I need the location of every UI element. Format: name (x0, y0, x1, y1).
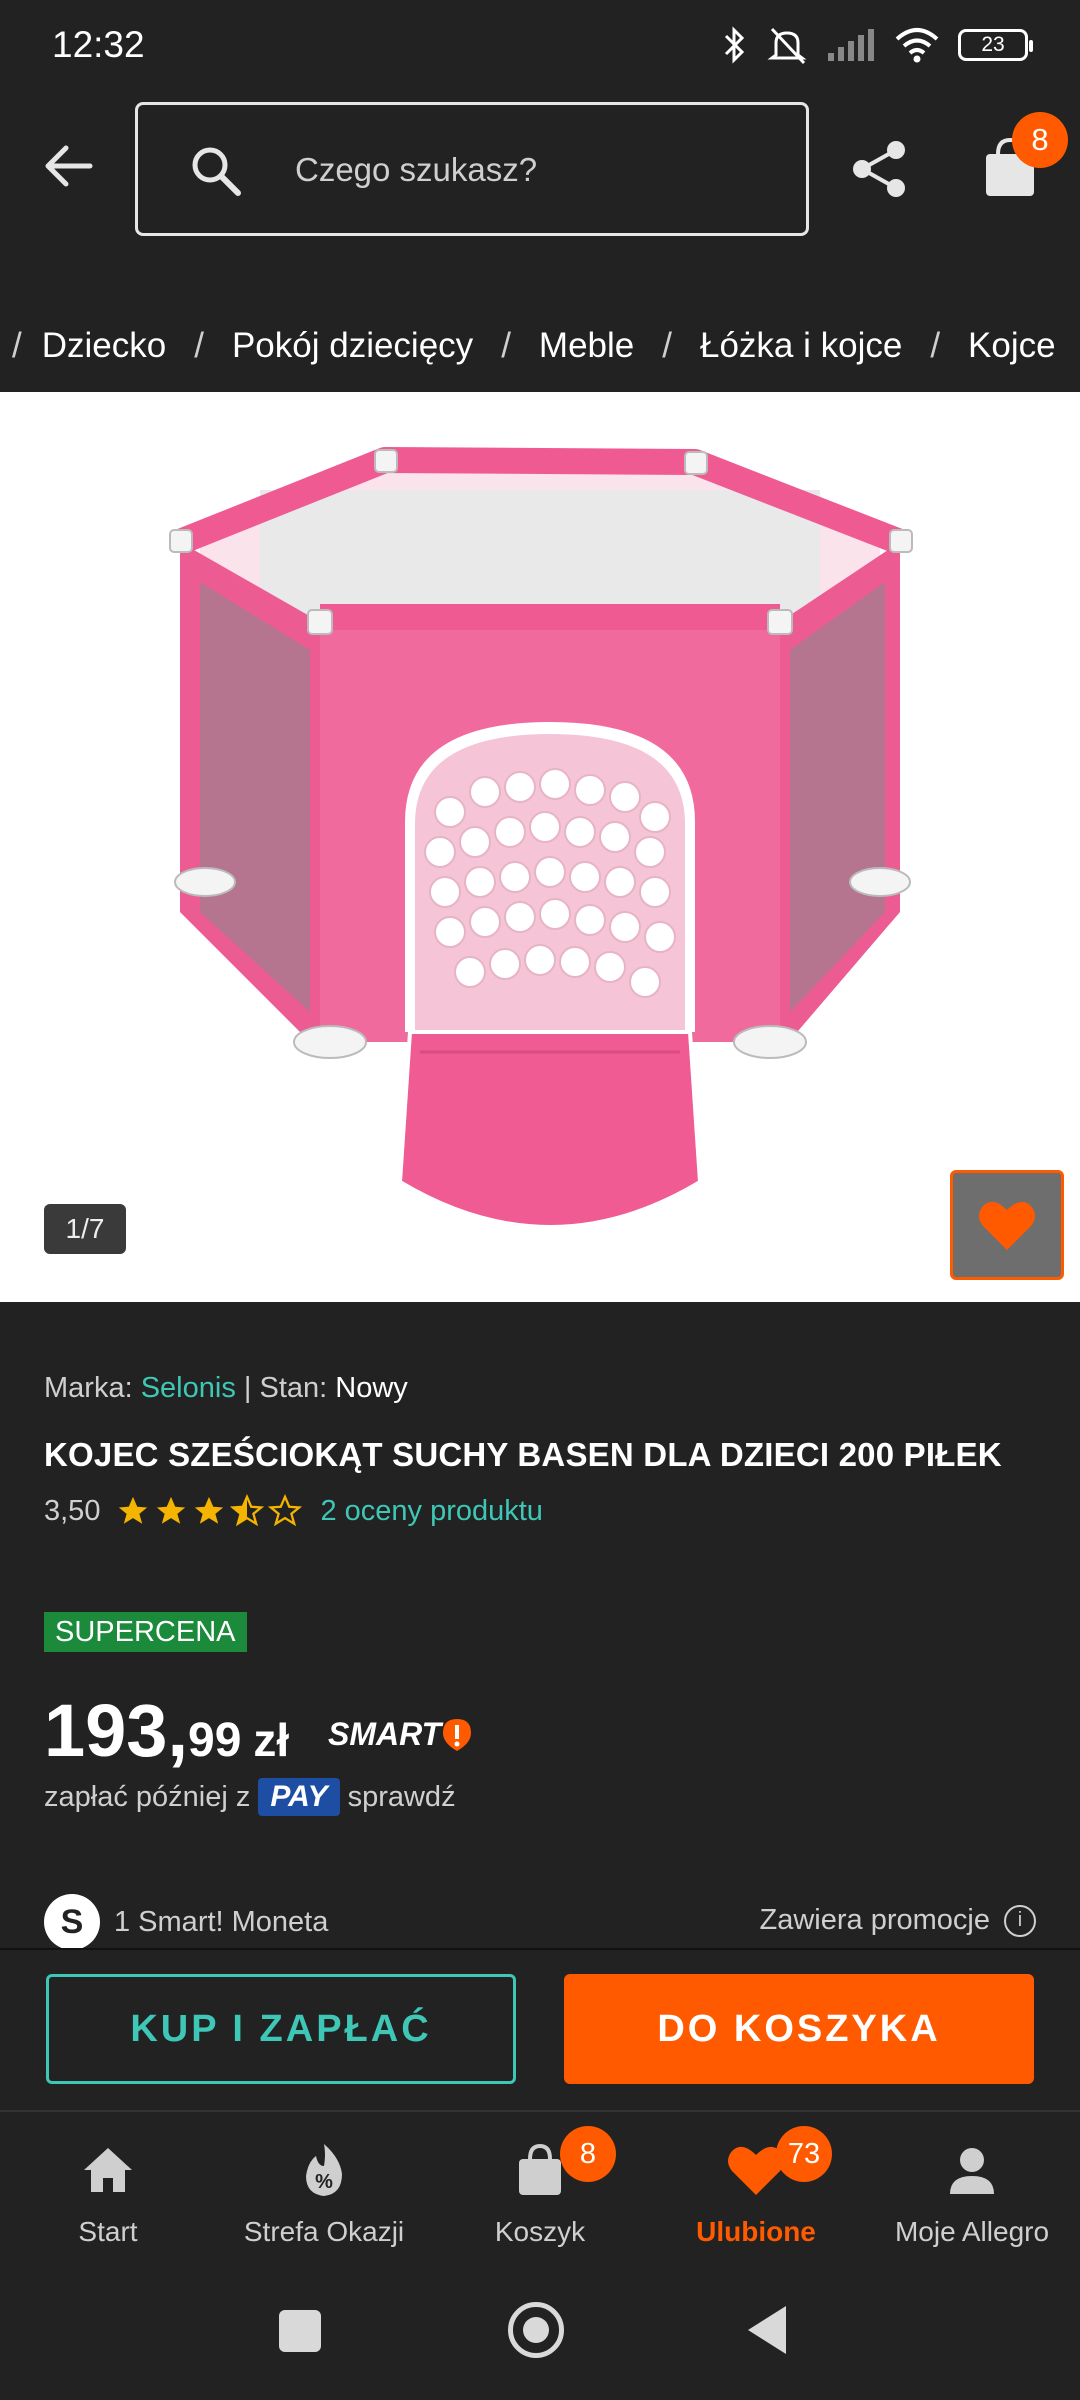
pay-badge: PAY (258, 1778, 340, 1816)
promotions-info[interactable]: Zawiera promocje i (760, 1904, 1036, 1937)
breadcrumb-item[interactable]: Pokój dziecięcy (232, 326, 473, 366)
add-to-favorites-button[interactable] (950, 1170, 1064, 1280)
star-full-icon (119, 1496, 148, 1524)
smart-moneta-row: S 1 Smart! Moneta (44, 1894, 328, 1950)
share-icon[interactable] (848, 138, 910, 200)
system-navigation-bar (0, 2262, 1080, 2400)
pay-later-row[interactable]: zapłać później z PAY sprawdź (44, 1778, 456, 1816)
bluetooth-icon (724, 26, 745, 64)
smart-coin-icon: S (44, 1894, 100, 1950)
star-half-icon (230, 1494, 265, 1527)
smart-badge[interactable]: SMART (328, 1716, 473, 1753)
star-empty-icon (268, 1494, 303, 1527)
nav-item-ulubione[interactable]: Ulubione 73 (648, 2112, 864, 2262)
nav-item-strefa-okazji[interactable]: % Strefa Okazji (216, 2112, 432, 2262)
brand-label: Marka: (44, 1372, 133, 1404)
star-full-icon (157, 1496, 186, 1524)
supercena-badge: SUPERCENA (44, 1612, 247, 1652)
wifi-icon (895, 28, 939, 63)
status-icons: 23 (722, 25, 1033, 65)
pay-later-prefix: zapłać później z (44, 1780, 251, 1813)
smart-alert-icon (443, 1718, 472, 1751)
home-icon (76, 2138, 140, 2202)
add-to-cart-button[interactable]: DO KOSZYKA (564, 1974, 1034, 2084)
bottom-navigation: Start % Strefa Okazji Koszyk 8 Ulubione … (0, 2110, 1080, 2262)
condition-label: Stan: (259, 1372, 328, 1404)
nav-label: Start (78, 2216, 138, 2247)
nav-item-moje-allegro[interactable]: Moje Allegro (864, 2112, 1080, 2262)
user-icon (940, 2138, 1004, 2202)
nav-item-koszyk[interactable]: Koszyk 8 (432, 2112, 648, 2262)
buy-now-button[interactable]: KUP I ZAPŁAĆ (46, 1974, 516, 2084)
product-price: 193, 99 zł (44, 1688, 289, 1773)
rating-stars (116, 1494, 303, 1528)
nav-label: Koszyk (494, 2216, 586, 2247)
star-full-icon (195, 1496, 224, 1524)
rating-count-link[interactable]: 2 oceny produktu (320, 1495, 542, 1528)
product-image-gallery[interactable] (0, 392, 1080, 1302)
nav-label: Ulubione (696, 2216, 816, 2247)
breadcrumb-item[interactable]: Dziecko (42, 326, 166, 366)
price-cents: 99 (188, 1714, 242, 1767)
heart-icon (979, 1201, 1035, 1250)
search-input[interactable]: Czego szukasz? (135, 102, 809, 236)
nav-label: Strefa Okazji (243, 2216, 405, 2247)
smart-label: SMART (328, 1716, 442, 1752)
status-time: 12:32 (52, 24, 145, 65)
search-icon (192, 147, 241, 196)
product-title: KOJEC SZEŚCIOKĄT SUCHY BASEN DLA DZIECI … (44, 1436, 1002, 1473)
moneta-text: 1 Smart! Moneta (114, 1905, 329, 1938)
pay-later-check[interactable]: sprawdź (348, 1781, 456, 1814)
meta-separator: | (243, 1372, 252, 1404)
back-arrow-icon[interactable] (40, 138, 96, 194)
home-button-icon[interactable] (508, 2302, 564, 2358)
product-rating: 3,50 2 oceny produktu (44, 1494, 543, 1528)
price-currency: zł (253, 1714, 290, 1766)
breadcrumb: / Dziecko / Pokój dziecięcy / Meble / Łó… (12, 326, 1056, 366)
brand-link[interactable]: Selonis (141, 1372, 236, 1404)
favorites-badge: 73 (776, 2126, 832, 2182)
promo-text: Zawiera promocje (759, 1904, 990, 1936)
recent-apps-icon[interactable] (279, 2310, 321, 2352)
breadcrumb-item[interactable]: Kojce (968, 326, 1056, 366)
signal-icon (828, 29, 874, 61)
system-back-icon[interactable] (748, 2306, 786, 2354)
search-placeholder: Czego szukasz? (295, 151, 538, 188)
info-icon: i (1004, 1904, 1036, 1937)
price-whole: 193, (44, 1689, 189, 1772)
rating-score: 3,50 (44, 1494, 101, 1527)
battery-level: 23 (981, 33, 1005, 56)
condition-value: Nowy (335, 1372, 408, 1404)
nav-item-start[interactable]: Start (0, 2112, 216, 2262)
product-image (169, 447, 913, 1229)
top-header: Czego szukasz? (0, 90, 1080, 248)
status-bar: 12:32 23 (0, 0, 1080, 90)
deals-icon: % (292, 2138, 356, 2202)
image-counter: 1/7 (44, 1204, 126, 1254)
battery-icon: 23 (958, 29, 1033, 61)
nav-label: Moje Allegro (894, 2216, 1050, 2247)
cart-badge: 8 (560, 2126, 616, 2182)
purchase-action-bar: KUP I ZAPŁAĆ DO KOSZYKA (0, 1948, 1080, 2110)
product-meta: Marka: Selonis | Stan: Nowy (44, 1372, 408, 1405)
cart-count-badge: 8 (1012, 112, 1068, 168)
svg-text:%: % (315, 2171, 333, 2193)
mute-icon (767, 27, 807, 65)
breadcrumb-item[interactable]: Meble (539, 326, 634, 366)
breadcrumb-item[interactable]: Łóżka i kojce (700, 326, 902, 366)
